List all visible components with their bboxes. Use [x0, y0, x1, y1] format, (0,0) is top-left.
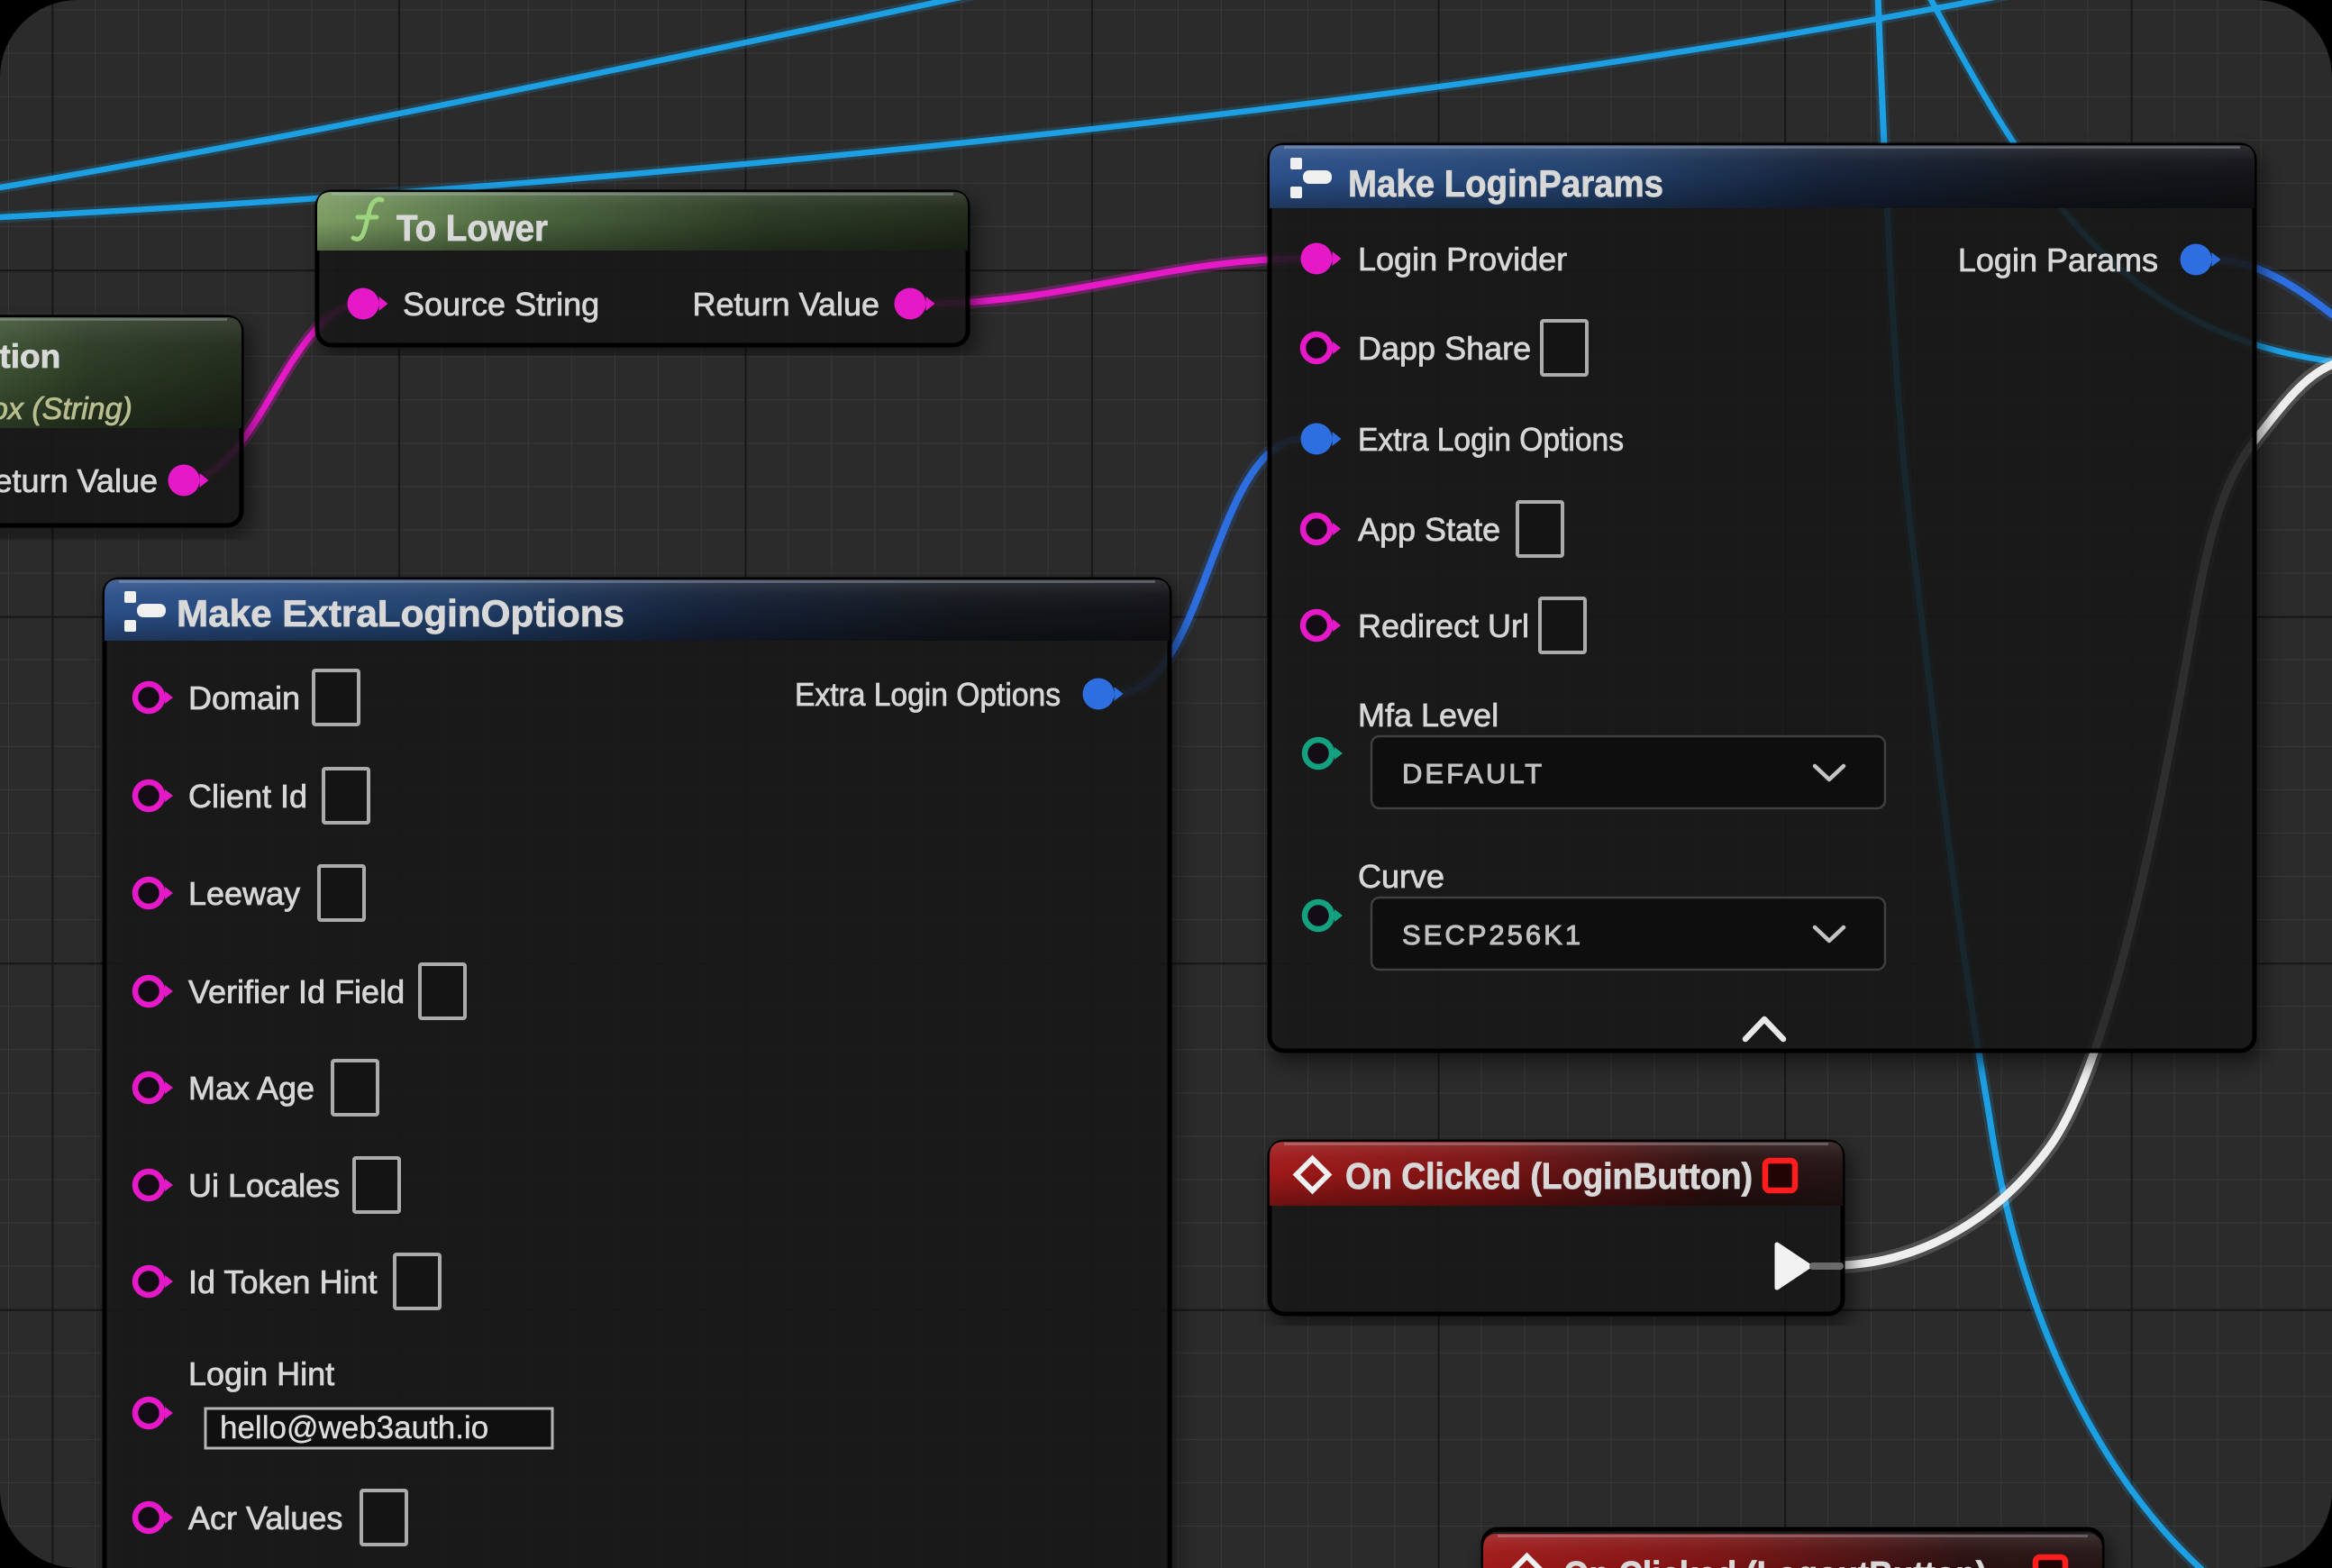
svg-text:Domain: Domain [188, 679, 300, 716]
svg-text:Curve: Curve [1358, 858, 1444, 895]
svg-text:ox (String): ox (String) [0, 392, 132, 426]
svg-text:Make ExtraLoginOptions: Make ExtraLoginOptions [177, 592, 624, 634]
svg-text:Extra Login Options: Extra Login Options [795, 676, 1061, 713]
svg-text:SECP256K1: SECP256K1 [1402, 919, 1583, 951]
svg-text:Max Age: Max Age [188, 1070, 314, 1107]
svg-text:Id Token Hint: Id Token Hint [188, 1263, 377, 1300]
svg-text:Redirect Url: Redirect Url [1358, 607, 1529, 644]
svg-text:Extra Login Options: Extra Login Options [1358, 421, 1624, 458]
svg-text:Function: Function [0, 338, 60, 375]
svg-text:Acr Values: Acr Values [188, 1500, 342, 1536]
svg-text:On Clicked (LogoutButton): On Clicked (LogoutButton) [1563, 1554, 1987, 1568]
svg-text:Source String: Source String [403, 286, 599, 323]
svg-text:On Clicked (LoginButton): On Clicked (LoginButton) [1345, 1155, 1753, 1197]
svg-text:Login Params: Login Params [1958, 242, 2158, 278]
svg-text:Client Id: Client Id [188, 778, 307, 815]
svg-text:Login Hint: Login Hint [188, 1355, 334, 1392]
svg-text:Login Provider: Login Provider [1358, 241, 1567, 278]
svg-text:Dapp Share: Dapp Share [1358, 330, 1531, 367]
svg-text:Verifier Id Field: Verifier Id Field [188, 973, 405, 1010]
svg-text:Make LoginParams: Make LoginParams [1348, 162, 1663, 205]
svg-text:Mfa Level: Mfa Level [1358, 697, 1498, 734]
svg-text:Return Value: Return Value [693, 286, 879, 323]
svg-text:DEFAULT: DEFAULT [1402, 758, 1544, 789]
svg-text:eturn Value: eturn Value [0, 462, 158, 499]
svg-text:Ui Locales: Ui Locales [188, 1167, 340, 1204]
svg-text:App State: App State [1358, 511, 1500, 548]
svg-text:To Lower: To Lower [396, 207, 548, 249]
svg-text:hello@web3auth.io: hello@web3auth.io [220, 1410, 488, 1445]
svg-text:Leeway: Leeway [188, 875, 300, 912]
